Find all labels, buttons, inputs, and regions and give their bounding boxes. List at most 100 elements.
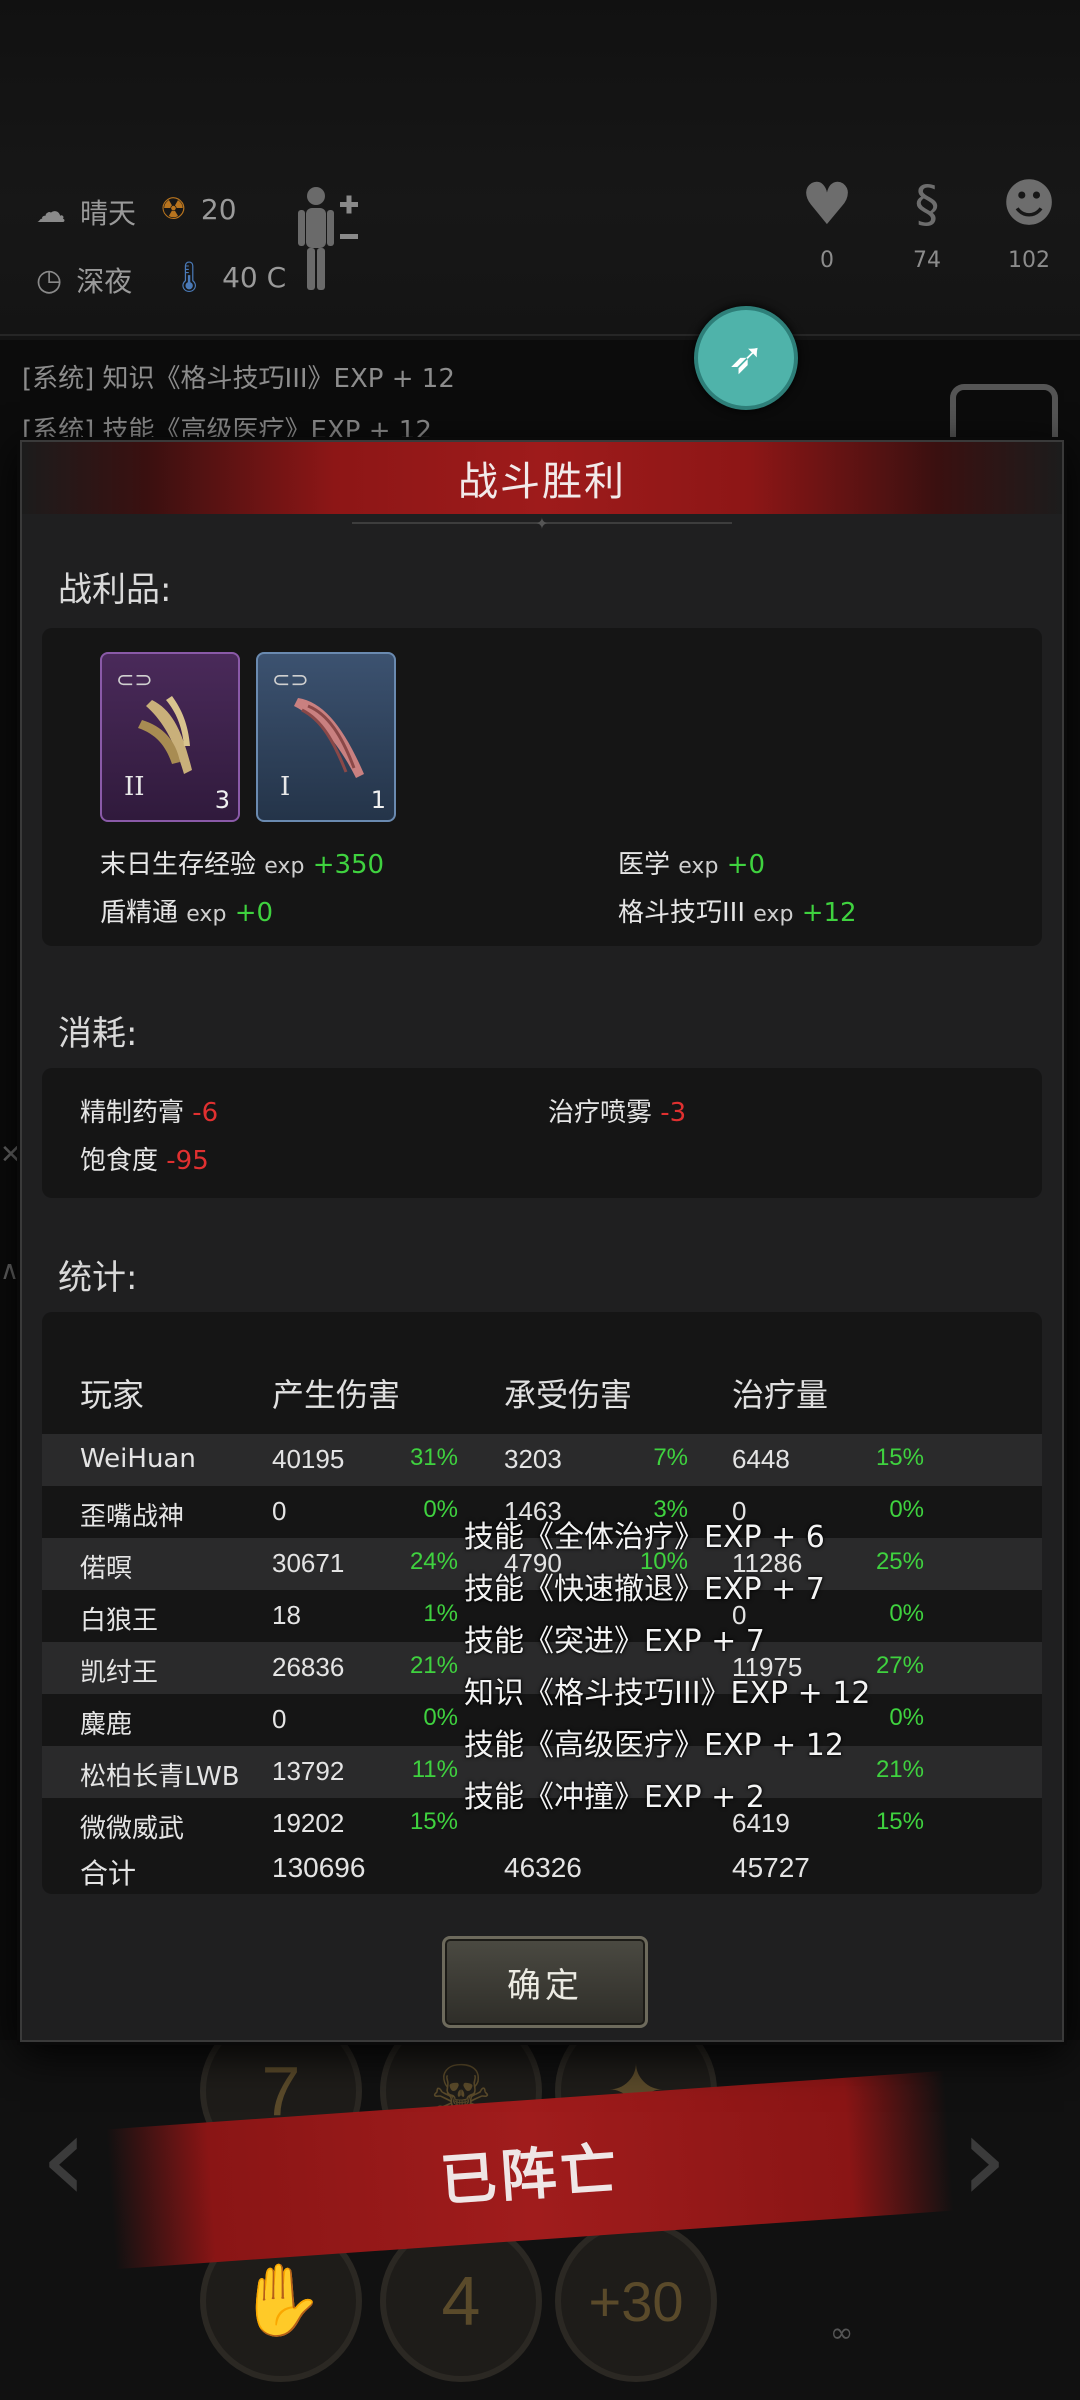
skill-wheel-value: +30 (588, 2269, 684, 2333)
body-status-button[interactable] (296, 184, 366, 294)
cloud-sun-icon: ☁ (36, 194, 66, 230)
item-tier: I (280, 772, 291, 802)
sanity-value: 102 (1008, 248, 1050, 273)
exp-name: 医学 (618, 850, 671, 880)
consume-item: 饱食度 -95 (80, 1140, 209, 1177)
consume-name: 治疗喷雾 (548, 1098, 653, 1128)
col-header-damage-taken: 承受伤害 (504, 1376, 633, 1414)
loot-item-slot[interactable]: ⊂⊃ I 1 (256, 652, 396, 822)
damage-dealt-percent: 11% (411, 1756, 458, 1783)
damage-dealt-percent: 0% (423, 1704, 458, 1731)
skill-wheel[interactable]: +30 (555, 2220, 717, 2382)
damage-taken: 3203 (504, 1444, 562, 1474)
confirm-label: 确定 (507, 1965, 583, 2006)
healing-percent: 0% (889, 1600, 924, 1627)
hud-bar (0, 0, 1080, 340)
healing: 6448 (732, 1444, 790, 1474)
rocket-button[interactable]: ➶ (694, 306, 798, 410)
clock-icon: ◷ (36, 262, 63, 298)
radiation-value: 20 (200, 193, 237, 226)
damage-dealt-percent: 21% (409, 1652, 458, 1679)
consume-name: 饱食度 (80, 1146, 159, 1176)
damage-dealt: 30671 (272, 1548, 345, 1578)
floating-log-line: 技能《高级医疗》EXP + 12 (464, 1728, 844, 1763)
total-damage: 130696 (272, 1852, 366, 1883)
time-label: 深夜 (76, 265, 133, 298)
total-heal: 45727 (732, 1852, 810, 1883)
exp-unit: exp (753, 902, 794, 927)
healing-percent: 0% (889, 1496, 924, 1523)
damage-dealt: 26836 (272, 1652, 345, 1682)
item-count: 1 (370, 786, 386, 814)
side-tab-icon[interactable]: ✕ (0, 1140, 22, 1170)
infinity-label: ∞ (830, 2316, 854, 2349)
consume-value: -95 (166, 1146, 209, 1176)
damage-dealt: 18 (272, 1600, 301, 1630)
consume-name: 精制药膏 (80, 1098, 185, 1128)
exp-value: +0 (234, 898, 274, 928)
player-name: 歪嘴战神 (80, 1502, 185, 1532)
exp-gain: 格斗技巧III exp +12 (618, 892, 857, 929)
player-name: 偌暝 (80, 1554, 133, 1584)
player-name: WeiHuan (80, 1444, 196, 1474)
loot-heading: 战利品: (58, 570, 172, 610)
player-name: 微微威武 (80, 1814, 185, 1844)
sanity-stat: ☻ 102 (989, 172, 1069, 273)
col-header-healing: 治疗量 (732, 1376, 829, 1414)
exp-name: 盾精通 (100, 898, 179, 928)
exp-unit: exp (186, 902, 227, 927)
dead-label: 已阵亡 (438, 2136, 623, 2214)
damage-dealt: 19202 (272, 1808, 345, 1838)
player-name: 麋鹿 (80, 1710, 133, 1740)
skill-wheel-value: 4 (441, 2262, 481, 2340)
exp-value: +0 (726, 850, 766, 880)
healing-percent: 21% (875, 1756, 924, 1783)
hunger-stat: § 74 (887, 172, 967, 273)
consume-value: -3 (660, 1098, 687, 1128)
healing-percent: 15% (875, 1808, 924, 1835)
exp-value: +12 (801, 898, 857, 928)
total-label: 合计 (80, 1857, 137, 1890)
floating-log-line: 技能《快速撤退》EXP + 7 (464, 1572, 825, 1607)
exp-name: 格斗技巧III (618, 898, 746, 928)
damage-dealt-percent: 1% (423, 1600, 458, 1627)
item-tier: II (124, 772, 145, 802)
time-indicator: ◷ 深夜 (36, 260, 132, 300)
floating-log-line: 知识《格斗技巧III》EXP + 12 (464, 1676, 871, 1711)
damage-dealt: 0 (272, 1704, 287, 1734)
dialog-title-bar: 战斗胜利 (22, 442, 1062, 514)
body-figure-icon (298, 187, 358, 290)
hud-divider (0, 334, 1080, 336)
loot-item-slot[interactable]: ⊂⊃ II 3 (100, 652, 240, 822)
total-taken: 46326 (504, 1852, 582, 1883)
consume-value: -6 (192, 1098, 219, 1128)
muscle-icon (294, 698, 364, 778)
rocket-icon: ➶ (727, 332, 765, 384)
exp-name: 末日生存经验 (100, 850, 257, 880)
player-name: 白狼王 (80, 1606, 159, 1636)
stats-heading: 统计: (58, 1258, 138, 1298)
radiation-icon: ☢ (160, 192, 187, 227)
loot-panel: ⊂⊃ II 3 ⊂⊃ I 1 末日生存经验 exp +350 医学 exp +0… (42, 628, 1042, 946)
damage-taken-percent: 7% (653, 1444, 688, 1471)
head-heart-icon: ☻ (1001, 174, 1057, 234)
healing-percent: 15% (875, 1444, 924, 1471)
floating-log-line: 技能《全体治疗》EXP + 6 (464, 1520, 825, 1555)
stomach-icon: § (914, 175, 940, 233)
chevron-right-icon[interactable]: › (960, 2090, 1008, 2229)
ornament-icon: ✦ (535, 514, 549, 533)
damage-dealt-percent: 31% (409, 1444, 458, 1471)
player-name: 凯纣王 (80, 1658, 159, 1688)
confirm-button[interactable]: 确定 (442, 1936, 648, 2028)
exp-unit: exp (264, 854, 305, 879)
consume-heading: 消耗: (58, 1014, 138, 1054)
player-name: 松柏长青LWB (80, 1762, 240, 1792)
floating-log-line: 技能《突进》EXP + 7 (464, 1624, 765, 1659)
healing-percent: 25% (875, 1548, 924, 1575)
weather-indicator: ☁ 晴天 (36, 192, 136, 232)
side-tab-icon[interactable]: ∧ (0, 1256, 19, 1286)
chevron-left-icon[interactable]: ‹ (40, 2090, 88, 2229)
col-header-damage-dealt: 产生伤害 (272, 1376, 401, 1414)
damage-dealt: 13792 (272, 1756, 345, 1786)
damage-dealt: 0 (272, 1496, 287, 1526)
